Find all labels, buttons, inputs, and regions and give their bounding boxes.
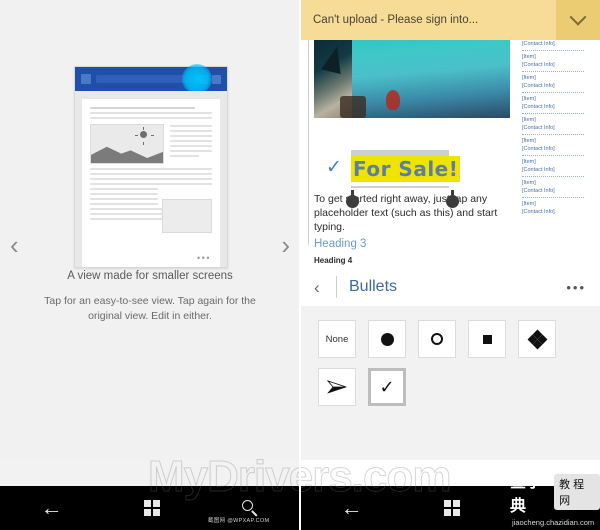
screens-divider [299,0,301,530]
sidebar-entry: [Contact Info] [522,83,555,89]
sidebar-entry: [Item] [522,117,536,123]
titlebar-menu-icon [81,74,91,84]
selection-handle-start[interactable] [346,190,359,208]
sidebar-entry: [Item] [522,96,536,102]
device-illustration: ••• [74,64,228,268]
sidebar-entry: [Contact Info] [522,104,555,110]
bullet-option-arrow[interactable] [318,368,356,406]
illustration-image-placeholder [90,124,164,164]
bullets-row-1: None [318,320,600,358]
sidebar-entry: [Contact Info] [522,188,555,194]
pane-back-icon[interactable]: ‹ [314,279,334,296]
watermark-cn-url: jiaocheng.chazidian.com [512,518,595,527]
hollow-circle-bullet-icon [431,333,443,345]
tour-slide: ••• ‹ › A view made for smaller screens … [0,0,300,460]
sidebar-entry: [Item] [522,54,536,60]
sidebar-entry: [Item] [522,75,536,81]
back-icon[interactable]: ← [41,497,63,519]
watermark-chazidian: 查字典 教程网 [510,468,600,516]
titlebar-icon-2 [212,74,221,84]
sidebar-entry: [Contact Info] [522,125,555,131]
document-title-text: For Sale! [353,157,459,181]
sidebar-entry: [Contact Info] [522,41,555,47]
header-divider [336,276,337,298]
bullet-option-diamond-cluster[interactable] [518,320,556,358]
notification-bar[interactable]: Can't upload - Please sign into... [300,0,600,40]
back-icon[interactable]: ← [341,497,363,519]
document-title-highlight[interactable]: For Sale! [351,156,461,182]
bullets-options-grid: None ✓ [300,306,600,460]
windows-icon[interactable] [143,499,161,517]
document-canvas[interactable]: ✓ For Sale! To get started right away, j… [300,40,600,268]
filled-square-bullet-icon [482,334,492,344]
illustration-side-text [170,124,212,164]
illustration-paper: ••• [82,99,220,267]
filled-circle-bullet-icon [380,332,394,346]
arrow-bullet-icon [327,380,347,394]
bullet-option-filled-circle[interactable] [368,320,406,358]
bullet-option-none[interactable]: None [318,320,356,358]
sidebar-entry: [Item] [522,180,536,186]
checkmark-bullet-icon: ✓ [326,157,342,178]
sidebar-entry: [Item] [522,138,536,144]
document-body-text[interactable]: To get started right away, just tap any … [314,192,502,234]
diamond-cluster-bullet-icon [527,329,547,349]
watermark-cn-tag: 教程网 [554,474,600,510]
titlebar-ribbon [96,75,190,83]
checkmark-bullet-icon: ✓ [379,377,395,397]
illustration-sidebox [162,199,212,233]
pane-overflow-icon[interactable]: ••• [566,280,586,295]
bullets-pane: ‹ Bullets ••• None ✓ [300,268,600,460]
next-slide-button[interactable]: › [281,232,290,258]
pane-title: Bullets [349,278,398,295]
search-icon[interactable] [242,499,259,517]
document-photo [314,40,510,118]
chevron-down-icon [569,8,587,26]
document-sidebar-column: [Contact Info] [Item] [Contact Info] [It… [522,40,592,216]
windows-icon[interactable] [443,499,461,517]
sidebar-entry: [Item] [522,201,536,207]
mountain-icon [91,146,163,163]
bullets-row-2: ✓ [318,368,600,406]
document-heading-4[interactable]: Heading 4 [314,256,352,265]
illustration-titlebar [75,64,227,94]
illustration-page-area: ••• [75,91,227,267]
selection-band-bottom [351,186,449,188]
prev-slide-button[interactable]: ‹ [10,232,19,258]
document-heading-3[interactable]: Heading 3 [314,238,366,250]
bullet-option-checkmark[interactable]: ✓ [368,368,406,406]
left-device-screen: ••• ‹ › A view made for smaller screens … [0,0,300,530]
bullet-none-label: None [325,333,349,345]
watermark-cn-brand: 查字典 [510,472,543,515]
bullets-pane-header: ‹ Bullets ••• [300,268,600,306]
document-left-rule [308,40,309,245]
sidebar-entry: [Contact Info] [522,146,555,152]
notification-message: Can't upload - Please sign into... [313,14,479,26]
notification-expand-button[interactable] [556,0,600,40]
watermark-small: 截图网 @WPXAP.COM [208,518,270,524]
tour-subtext: Tap for an easy-to-see view. Tap again f… [44,295,256,322]
selection-handle-end[interactable] [446,190,459,208]
bullet-option-hollow-circle[interactable] [418,320,456,358]
sidebar-entry: [Contact Info] [522,167,555,173]
bullet-option-filled-square[interactable] [468,320,506,358]
illustration-overflow-icon: ••• [197,253,211,263]
tour-caption: A view made for smaller screens [67,270,233,282]
sun-icon [140,131,147,138]
sidebar-entry: [Item] [522,159,536,165]
sidebar-entry: [Contact Info] [522,62,555,68]
tap-highlight-icon [182,64,212,94]
sidebar-entry: [Contact Info] [522,209,555,215]
right-device-screen: Can't upload - Please sign into... ✓ For… [300,0,600,530]
